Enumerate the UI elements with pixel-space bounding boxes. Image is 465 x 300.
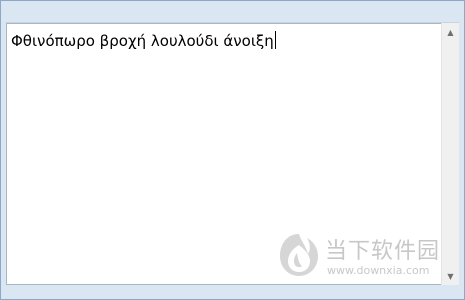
- editor-text-line[interactable]: Φθινόπωρο βροχή λουλούδι άνοιξη: [11, 31, 276, 51]
- vertical-scrollbar[interactable]: ▲ ▼: [441, 23, 459, 285]
- editor-text: Φθινόπωρο βροχή λουλούδι άνοιξη: [11, 32, 274, 50]
- window-top-strip: [1, 1, 464, 20]
- window-bottom-strip: [1, 285, 464, 299]
- scroll-up-arrow-icon[interactable]: ▲: [442, 24, 459, 40]
- watermark-logo-icon: [280, 234, 318, 276]
- watermark-brand-text: 当下软件园: [325, 239, 441, 264]
- text-caret: [274, 31, 276, 49]
- scroll-down-arrow-icon[interactable]: ▼: [442, 268, 459, 284]
- app-window: Φθινόπωρο βροχή λουλούδι άνοιξη ▲ ▼ 当下软件…: [0, 0, 465, 300]
- watermark: 当下软件园 www.downxia.com: [273, 229, 441, 281]
- watermark-url-text: www.downxia.com: [327, 264, 430, 277]
